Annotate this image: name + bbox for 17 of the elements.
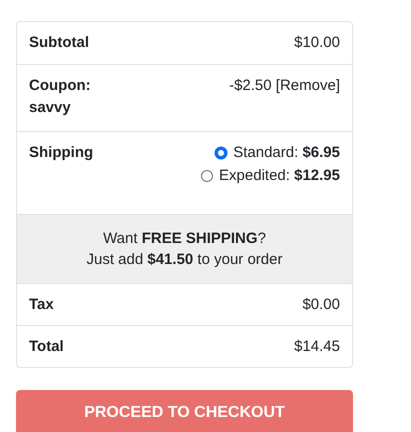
radio-button[interactable] <box>201 170 214 182</box>
shipping-option[interactable]: Expedited: $12.95 <box>219 167 340 184</box>
row-label: Shipping <box>29 144 94 161</box>
coupon-code: savvy <box>29 99 72 116</box>
row-value: $14.45 <box>294 338 340 355</box>
remove-coupon-link[interactable]: [Remove] <box>276 77 340 94</box>
radio-button[interactable] <box>215 146 228 158</box>
shipping-option[interactable]: Standard: $6.95 <box>233 144 340 161</box>
promo-text: Just add $41.50 to your order <box>86 251 282 268</box>
coupon-discount: -$2.50 <box>229 77 272 94</box>
row-label: Subtotal <box>29 34 89 51</box>
row-label: Total <box>29 338 64 355</box>
coupon-label: Coupon: <box>29 77 91 94</box>
row-value: $10.00 <box>294 34 340 51</box>
row-label: Tax <box>29 296 54 313</box>
row-value: $0.00 <box>302 296 340 313</box>
promo-text: Want FREE SHIPPING? <box>103 230 266 247</box>
